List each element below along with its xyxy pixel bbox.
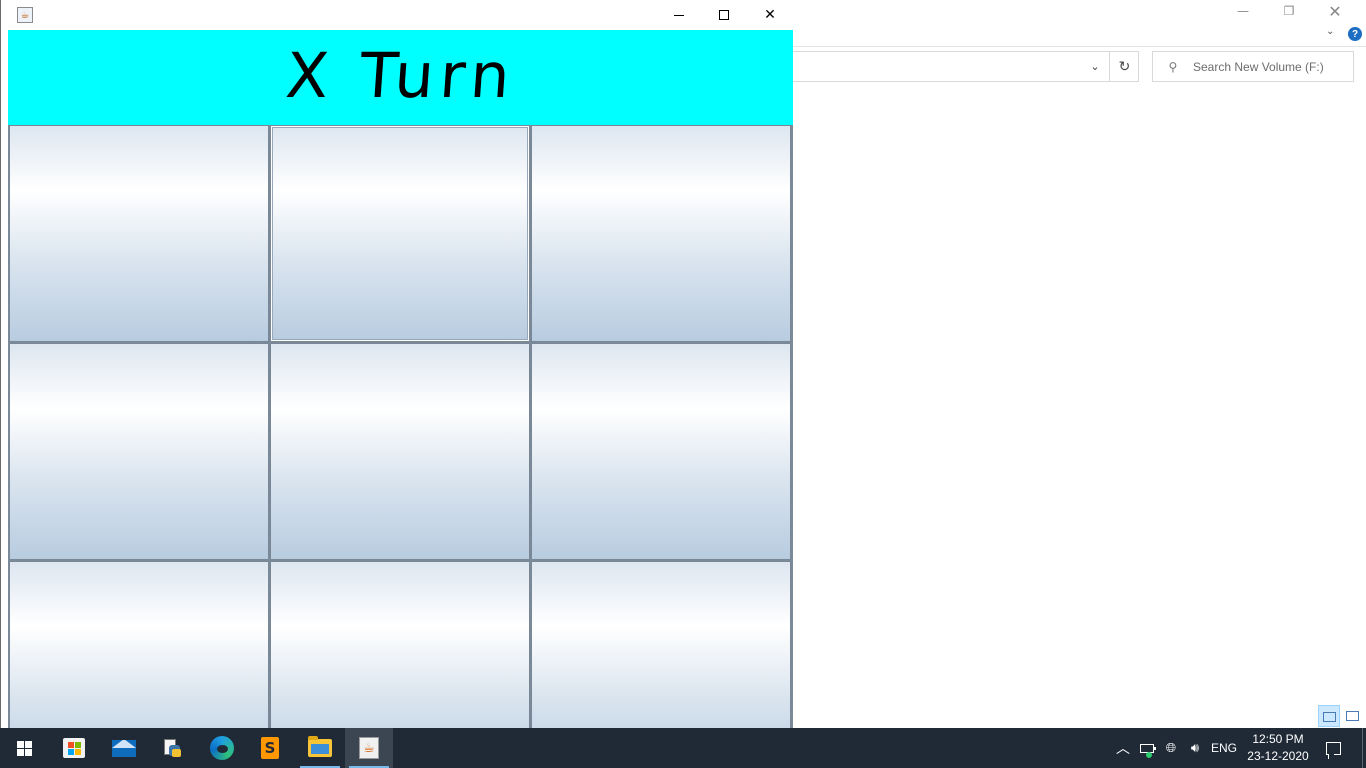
large-icons-view-icon (1346, 711, 1359, 721)
address-history-dropdown-icon[interactable]: ⌄ (1082, 51, 1108, 82)
minimize-icon (674, 14, 684, 16)
battery-status[interactable] (1136, 728, 1158, 768)
details-view-button[interactable] (1318, 705, 1340, 727)
board-cell-1[interactable] (270, 125, 530, 342)
taskbar: S ☕ ︿ 🌐︎ 🔊︎ ENG 12:50 PM 23-12-2020 (0, 728, 1366, 768)
start-button[interactable] (0, 728, 48, 768)
action-center-button[interactable] (1318, 728, 1348, 768)
java-app-icon[interactable]: ☕ (17, 7, 33, 23)
clock-date: 23-12-2020 (1247, 749, 1309, 763)
taskbar-sublime[interactable]: S (246, 728, 294, 768)
restore-icon[interactable]: ❐ (1266, 0, 1312, 22)
globe-icon: 🌐︎ (1165, 740, 1177, 756)
taskbar-file-explorer[interactable] (296, 728, 344, 768)
input-language[interactable]: ENG (1208, 728, 1240, 768)
close-icon[interactable]: ✕ (1312, 0, 1358, 22)
board-cell-0[interactable] (9, 125, 269, 342)
search-icon: ⚲ (1168, 59, 1178, 74)
tic-tac-toe-window: ☕ ✕ X Turn (0, 0, 793, 728)
show-hidden-icons-button[interactable]: ︿ (1112, 728, 1134, 768)
turn-label: X Turn (283, 39, 518, 112)
network-status[interactable]: 🌐︎ (1160, 728, 1182, 768)
game-board (8, 125, 793, 728)
minimize-icon[interactable]: — (1220, 0, 1266, 22)
edge-icon (210, 736, 234, 760)
mail-icon (112, 739, 136, 757)
turn-banner: X Turn (8, 30, 793, 125)
taskbar-store[interactable] (50, 728, 98, 768)
sublime-icon: S (261, 737, 279, 759)
java-icon: ☕ (359, 737, 379, 759)
board-cell-3[interactable] (9, 343, 269, 560)
board-cell-8[interactable] (531, 561, 791, 728)
battery-icon (1140, 743, 1156, 753)
notification-icon (1325, 741, 1341, 759)
minimize-button[interactable] (656, 0, 702, 30)
close-icon: ✕ (764, 7, 776, 23)
python-icon (162, 737, 182, 759)
board-cell-2[interactable] (531, 125, 791, 342)
taskbar-mail[interactable] (100, 728, 148, 768)
windows-icon (16, 740, 32, 756)
board-cell-5[interactable] (531, 343, 791, 560)
taskbar-edge[interactable] (198, 728, 246, 768)
help-icon[interactable]: ? (1348, 27, 1362, 41)
explorer-window-controls: — ❐ ✕ (1216, 0, 1366, 22)
folder-icon (308, 736, 332, 757)
search-placeholder: Search New Volume (F:) (1193, 59, 1324, 74)
refresh-icon[interactable]: ↻ (1109, 51, 1139, 82)
details-view-icon (1323, 712, 1336, 722)
store-icon (63, 738, 85, 758)
charging-indicator (1146, 752, 1152, 758)
show-desktop-button[interactable] (1362, 728, 1366, 768)
maximize-button[interactable] (701, 0, 747, 30)
taskbar-python[interactable] (148, 728, 196, 768)
taskbar-java[interactable]: ☕ (345, 728, 393, 768)
close-button[interactable]: ✕ (747, 0, 793, 30)
clock-time: 12:50 PM (1252, 732, 1304, 746)
board-cell-6[interactable] (9, 561, 269, 728)
board-cell-7[interactable] (270, 561, 530, 728)
ribbon-divider (792, 46, 1366, 47)
maximize-icon (719, 10, 729, 20)
board-cell-4[interactable] (270, 343, 530, 560)
large-icons-view-button[interactable] (1342, 705, 1364, 727)
title-bar[interactable]: ☕ ✕ (1, 0, 793, 30)
ribbon-expand-chevron-icon[interactable]: ⌄ (1326, 26, 1334, 37)
volume-control[interactable]: 🔊︎ (1184, 728, 1206, 768)
search-input[interactable]: ⚲ Search New Volume (F:) (1152, 51, 1354, 82)
chevron-up-icon: ︿ (1116, 741, 1130, 757)
speaker-icon: 🔊︎ (1190, 740, 1200, 756)
clock[interactable]: 12:50 PM 23-12-2020 (1240, 731, 1316, 767)
